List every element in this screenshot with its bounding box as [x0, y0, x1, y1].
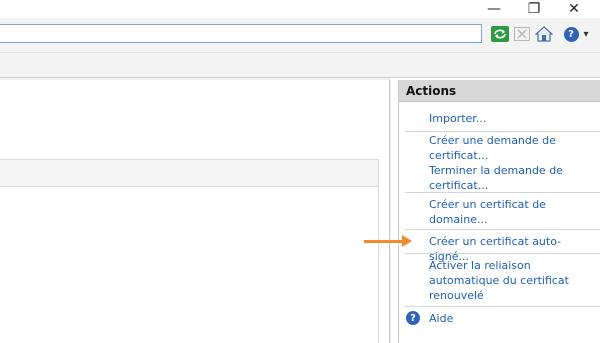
- action-label: domaine...: [429, 213, 488, 226]
- chevron-down-icon: ▾: [583, 28, 589, 40]
- list-column-header[interactable]: [0, 159, 379, 187]
- actions-pane: Actions Importer... Créer une demande de…: [398, 80, 600, 343]
- certificate-list[interactable]: [0, 187, 379, 343]
- restore-icon: ❐: [527, 1, 541, 17]
- refresh-button[interactable]: [490, 24, 510, 44]
- help-dropdown-button[interactable]: ▾: [579, 24, 593, 44]
- action-complete-request[interactable]: Terminer la demande de certificat...: [429, 163, 600, 193]
- action-create-request[interactable]: Créer une demande de certificat...: [429, 133, 600, 163]
- minimize-icon: —: [487, 1, 501, 17]
- action-import[interactable]: Importer...: [429, 111, 600, 126]
- divider: [405, 131, 600, 132]
- annotation-arrow-icon: [402, 235, 412, 247]
- minimize-button[interactable]: —: [474, 0, 514, 18]
- action-enable-auto-rebind[interactable]: Activer la reliaison automatique du cert…: [429, 258, 600, 303]
- stop-button[interactable]: [512, 24, 532, 44]
- home-button[interactable]: [534, 24, 554, 44]
- help-icon: ?: [406, 311, 420, 325]
- divider: [405, 229, 600, 230]
- action-label: certificat...: [429, 179, 489, 192]
- action-label: Créer un certificat de: [429, 198, 546, 211]
- action-label: Aide: [429, 312, 454, 325]
- close-button[interactable]: ✕: [554, 0, 594, 18]
- help-icon: ?: [563, 26, 579, 42]
- help-button[interactable]: ?: [561, 24, 581, 44]
- action-label: Importer...: [429, 112, 487, 125]
- refresh-icon: [491, 26, 509, 42]
- restore-button[interactable]: ❐: [514, 0, 554, 18]
- stop-icon: [514, 27, 530, 41]
- home-icon: [535, 26, 553, 42]
- actions-title: Actions: [399, 80, 600, 102]
- menu-strip: [0, 52, 600, 78]
- action-label: renouvelé: [429, 289, 484, 302]
- annotation-arrow-shaft: [364, 240, 406, 243]
- action-help[interactable]: Aide: [429, 311, 600, 326]
- address-input[interactable]: [0, 24, 482, 43]
- close-icon: ✕: [568, 1, 580, 17]
- action-label: automatique du certificat: [429, 274, 569, 287]
- address-bar: ? ▾: [0, 18, 600, 52]
- action-label: Activer la reliaison: [429, 259, 531, 272]
- title-bar: — ❐ ✕: [0, 0, 600, 18]
- action-label: certificat...: [429, 149, 489, 162]
- divider: [405, 253, 600, 254]
- action-create-domain-cert[interactable]: Créer un certificat de domaine...: [429, 197, 600, 227]
- divider: [405, 192, 600, 193]
- divider: [405, 306, 600, 307]
- action-label: Terminer la demande de: [429, 164, 563, 177]
- action-label: Créer une demande de: [429, 134, 556, 147]
